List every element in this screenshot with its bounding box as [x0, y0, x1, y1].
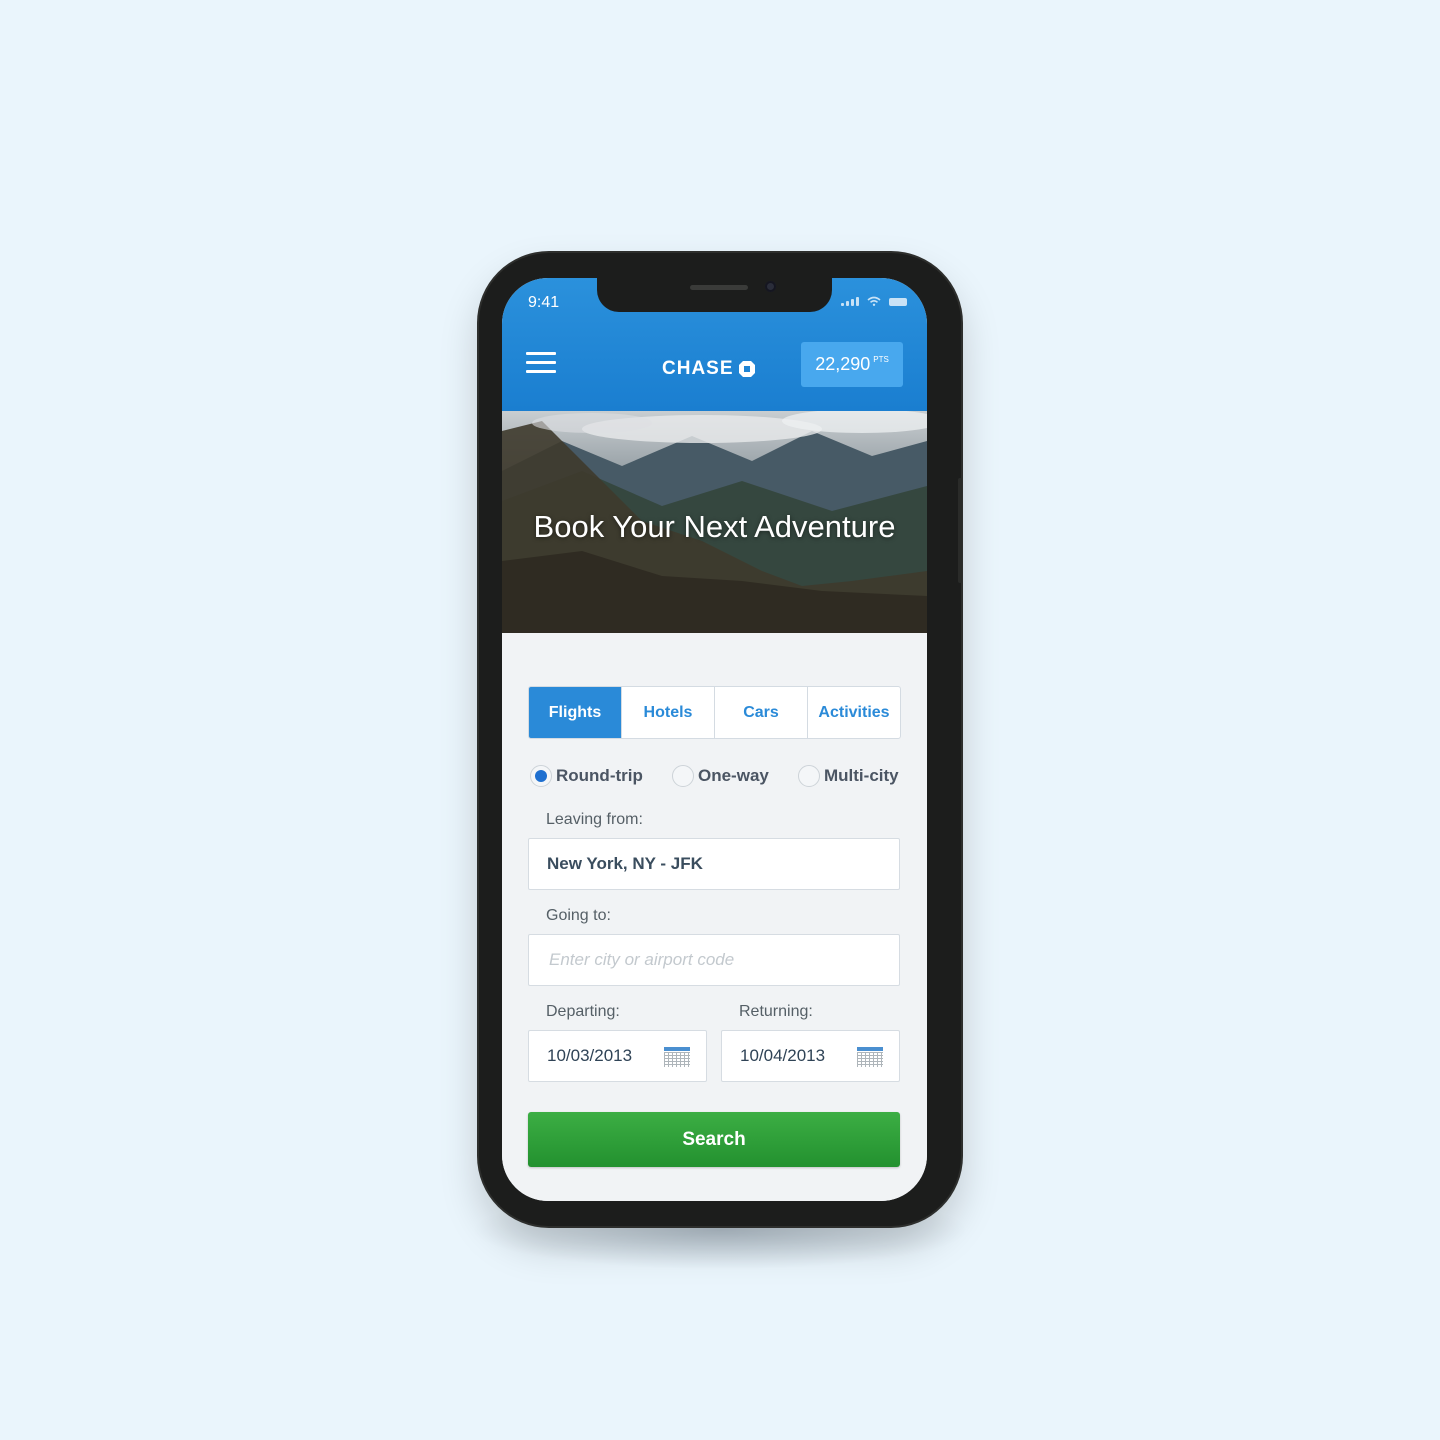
chase-logo: CHASE — [662, 358, 756, 380]
leaving-from-label: Leaving from: — [546, 811, 643, 828]
radio-one-way[interactable]: One-way — [672, 765, 769, 787]
front-camera — [765, 281, 776, 292]
departing-date-field[interactable]: 10/03/2013 — [528, 1030, 707, 1082]
radio-round-trip-label: Round-trip — [556, 766, 643, 785]
wifi-icon — [867, 296, 881, 306]
points-unit: PTS — [873, 355, 889, 364]
notch — [597, 278, 832, 312]
tab-activities[interactable]: Activities — [807, 687, 900, 738]
radio-unselected-icon — [798, 765, 820, 787]
going-to-input[interactable] — [547, 949, 899, 971]
tab-hotels[interactable]: Hotels — [621, 687, 714, 738]
search-button[interactable]: Search — [528, 1112, 900, 1167]
radio-unselected-icon — [672, 765, 694, 787]
tab-cars[interactable]: Cars — [714, 687, 807, 738]
signal-icon — [841, 297, 859, 306]
battery-icon — [889, 298, 907, 306]
menu-icon[interactable] — [526, 352, 556, 374]
points-value: 22,290 — [815, 354, 871, 374]
radio-one-way-label: One-way — [698, 766, 769, 785]
leaving-from-value: New York, NY - JFK — [547, 854, 703, 873]
radio-multi-city[interactable]: Multi-city — [798, 765, 899, 787]
radio-selected-icon — [530, 765, 552, 787]
radio-multi-city-label: Multi-city — [824, 766, 899, 785]
calendar-icon[interactable] — [857, 1047, 883, 1067]
speaker — [690, 285, 748, 290]
hero-title: Book Your Next Adventure — [533, 509, 896, 544]
departing-label: Departing: — [546, 1003, 620, 1020]
going-to-label: Going to: — [546, 907, 611, 924]
logo-text: CHASE — [662, 358, 734, 379]
hero-banner: Book Your Next Adventure — [502, 411, 927, 633]
returning-label: Returning: — [739, 1003, 813, 1020]
status-time: 9:41 — [528, 294, 560, 311]
points-balance-button[interactable]: 22,290 PTS — [801, 342, 903, 387]
returning-date-field[interactable]: 10/04/2013 — [721, 1030, 900, 1082]
phone-screen: 9:41 CHASE 22,290 PTS Book Your Next Adv… — [502, 278, 927, 1201]
booking-tabs: Flights Hotels Cars Activities — [528, 686, 901, 739]
going-to-field[interactable] — [528, 934, 900, 986]
tab-flights[interactable]: Flights — [529, 687, 621, 738]
trip-type-group: Round-trip One-way Multi-city — [530, 765, 902, 789]
returning-date-value: 10/04/2013 — [740, 1046, 826, 1065]
chase-octagon-icon — [738, 361, 755, 377]
booking-form: Flights Hotels Cars Activities Round-tri… — [502, 633, 927, 1201]
departing-date-value: 10/03/2013 — [547, 1046, 633, 1065]
leaving-from-field[interactable]: New York, NY - JFK — [528, 838, 900, 890]
status-icons — [841, 296, 907, 306]
radio-round-trip[interactable]: Round-trip — [530, 765, 643, 787]
power-button — [958, 478, 962, 583]
calendar-icon[interactable] — [664, 1047, 690, 1067]
app-header: 9:41 CHASE 22,290 PTS — [502, 278, 927, 411]
